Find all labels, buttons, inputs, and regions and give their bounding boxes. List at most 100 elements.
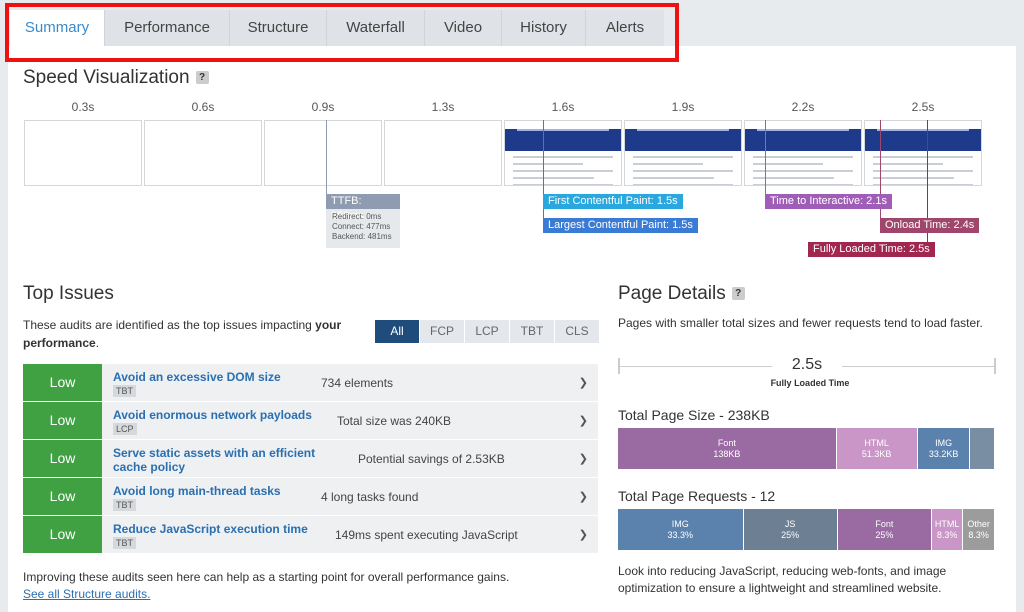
frame-time-label: 0.3s bbox=[71, 100, 95, 114]
see-all-audits-link[interactable]: See all Structure audits. bbox=[23, 587, 150, 601]
ttfb-backend: Backend: 481ms bbox=[332, 232, 392, 241]
segment-value: 51.3KB bbox=[861, 448, 892, 459]
highlight-box bbox=[5, 3, 679, 62]
issue-row[interactable]: Low Avoid an excessive DOM size TBT 734 … bbox=[23, 364, 598, 401]
frame-time-label: 1.6s bbox=[551, 100, 575, 114]
issue-row[interactable]: Low Reduce JavaScript execution time TBT… bbox=[23, 516, 598, 553]
filter-cls[interactable]: CLS bbox=[555, 320, 599, 343]
onload-badge: Onload Time: 2.4s bbox=[880, 218, 980, 233]
page-requests-bar: IMG 33.3% JS 25% Font 25% HTML 8.3% Other 8.3% bbox=[618, 509, 995, 550]
chevron-down-icon[interactable]: ❯ bbox=[579, 376, 588, 389]
filmstrip-frame[interactable] bbox=[24, 120, 142, 186]
issue-title[interactable]: Avoid long main-thread tasks bbox=[113, 484, 281, 498]
total-page-size-title: Total Page Size - 238KB bbox=[618, 407, 770, 423]
filmstrip-frame[interactable] bbox=[384, 120, 502, 186]
segment-value: 138KB bbox=[713, 448, 741, 459]
issue-tag: TBT bbox=[113, 385, 136, 397]
issue-row[interactable]: Low Avoid enormous network payloads LCP … bbox=[23, 402, 598, 439]
frame-time-label: 2.5s bbox=[911, 100, 935, 114]
stack-segment: JS 25% bbox=[743, 509, 838, 550]
frame-time-label: 1.3s bbox=[431, 100, 455, 114]
segment-value: 33.2KB bbox=[928, 448, 959, 459]
issue-title-line2: cache policy bbox=[113, 460, 186, 474]
fully-loaded-caption: Fully Loaded Time bbox=[770, 378, 850, 388]
segment-value: 8.3% bbox=[936, 529, 958, 540]
filmstrip-frame[interactable] bbox=[744, 120, 862, 186]
fcp-badge: First Contentful Paint: 1.5s bbox=[543, 194, 683, 209]
tti-badge: Time to Interactive: 2.1s bbox=[765, 194, 892, 209]
segment-label: HTML bbox=[864, 437, 889, 448]
stack-segment bbox=[970, 428, 995, 469]
issue-row[interactable]: Low Avoid long main-thread tasks TBT 4 l… bbox=[23, 478, 598, 515]
filter-tbt[interactable]: TBT bbox=[510, 320, 554, 343]
top-issues-title: Top Issues bbox=[23, 283, 114, 304]
lcp-badge: Largest Contentful Paint: 1.5s bbox=[543, 218, 698, 233]
frame-time-label: 0.6s bbox=[191, 100, 215, 114]
segment-label: Font bbox=[875, 518, 894, 529]
speed-visualization-heading: Speed Visualization? bbox=[23, 67, 209, 89]
segment-label: Font bbox=[717, 437, 736, 448]
intro-text: These audits are identified as the top i… bbox=[23, 318, 316, 332]
issue-title[interactable]: Avoid an excessive DOM size bbox=[113, 370, 281, 384]
filmstrip-frame[interactable] bbox=[864, 120, 982, 186]
chevron-down-icon[interactable]: ❯ bbox=[579, 414, 588, 427]
issue-detail: 149ms spent executing JavaScript bbox=[335, 528, 518, 542]
issues-footer-text: Improving these audits seen here can hel… bbox=[23, 570, 510, 584]
segment-label: HTML bbox=[934, 518, 960, 529]
grade-badge: Low bbox=[23, 364, 102, 401]
issue-title[interactable]: Reduce JavaScript execution time bbox=[113, 522, 308, 536]
page-details-subtitle: Pages with smaller total sizes and fewer… bbox=[618, 316, 983, 330]
stack-segment: HTML 8.3% bbox=[932, 509, 964, 550]
stack-segment: IMG 33.2KB bbox=[917, 428, 971, 469]
fully-loaded-value: 2.5s bbox=[772, 356, 842, 374]
help-icon[interactable]: ? bbox=[195, 71, 209, 85]
issue-title[interactable]: Avoid enormous network payloads bbox=[113, 408, 312, 422]
filter-fcp[interactable]: FCP bbox=[420, 320, 464, 343]
speed-visualization-title: Speed Visualization bbox=[23, 67, 190, 88]
frame-time-label: 0.9s bbox=[311, 100, 335, 114]
frame-time-label: 1.9s bbox=[671, 100, 695, 114]
filmstrip-frame[interactable] bbox=[624, 120, 742, 186]
issues-intro: These audits are identified as the top i… bbox=[23, 316, 343, 352]
stack-segment: HTML 51.3KB bbox=[836, 428, 918, 469]
filter-all[interactable]: All bbox=[375, 320, 419, 343]
segment-label: JS bbox=[784, 518, 796, 529]
issue-row[interactable]: Low Serve static assets with an efficien… bbox=[23, 440, 598, 477]
grade-badge: Low bbox=[23, 478, 102, 515]
tab-summary-active[interactable]: Summary bbox=[10, 10, 105, 46]
fully-loaded-badge: Fully Loaded Time: 2.5s bbox=[808, 242, 935, 257]
filmstrip-frame[interactable] bbox=[144, 120, 262, 186]
chevron-down-icon[interactable]: ❯ bbox=[579, 452, 588, 465]
issue-tag: LCP bbox=[113, 423, 137, 435]
filter-lcp[interactable]: LCP bbox=[465, 320, 509, 343]
issue-detail: 4 long tasks found bbox=[321, 490, 419, 504]
page-details-footer: Look into reducing JavaScript, reducing … bbox=[618, 564, 947, 595]
filmstrip-frame[interactable] bbox=[264, 120, 382, 186]
help-icon[interactable]: ? bbox=[731, 287, 745, 301]
tti-marker-line bbox=[765, 120, 766, 194]
page-details-heading: Page Details? bbox=[618, 283, 745, 305]
segment-label: Other bbox=[967, 518, 990, 529]
ttfb-label: TTFB: 958ms bbox=[326, 194, 400, 222]
segment-value: 25% bbox=[875, 529, 894, 540]
segment-label: IMG bbox=[935, 437, 953, 448]
grade-badge: Low bbox=[23, 402, 102, 439]
ttfb-marker-line bbox=[326, 120, 327, 194]
grade-badge: Low bbox=[23, 516, 102, 553]
issue-tag: TBT bbox=[113, 537, 136, 549]
ttfb-tooltip: TTFB: 958ms Redirect: 0ms Connect: 477ms… bbox=[326, 194, 400, 248]
issue-detail: 734 elements bbox=[321, 376, 394, 390]
grade-badge: Low bbox=[23, 440, 102, 477]
stack-segment: Other 8.3% bbox=[963, 509, 995, 550]
chevron-down-icon[interactable]: ❯ bbox=[579, 490, 588, 503]
filmstrip-frame[interactable] bbox=[504, 120, 622, 186]
chevron-down-icon[interactable]: ❯ bbox=[579, 528, 588, 541]
frame-time-label: 2.2s bbox=[791, 100, 815, 114]
gauge-end-tick bbox=[994, 358, 996, 374]
intro-period: . bbox=[95, 336, 100, 350]
issue-filter-group: All FCP LCP TBT CLS bbox=[375, 320, 600, 343]
issue-title[interactable]: Serve static assets with an efficient cac… bbox=[113, 446, 315, 474]
ttfb-redirect: Redirect: 0ms bbox=[332, 212, 382, 221]
segment-value: 8.3% bbox=[968, 529, 989, 540]
page-details-title: Page Details bbox=[618, 283, 726, 304]
